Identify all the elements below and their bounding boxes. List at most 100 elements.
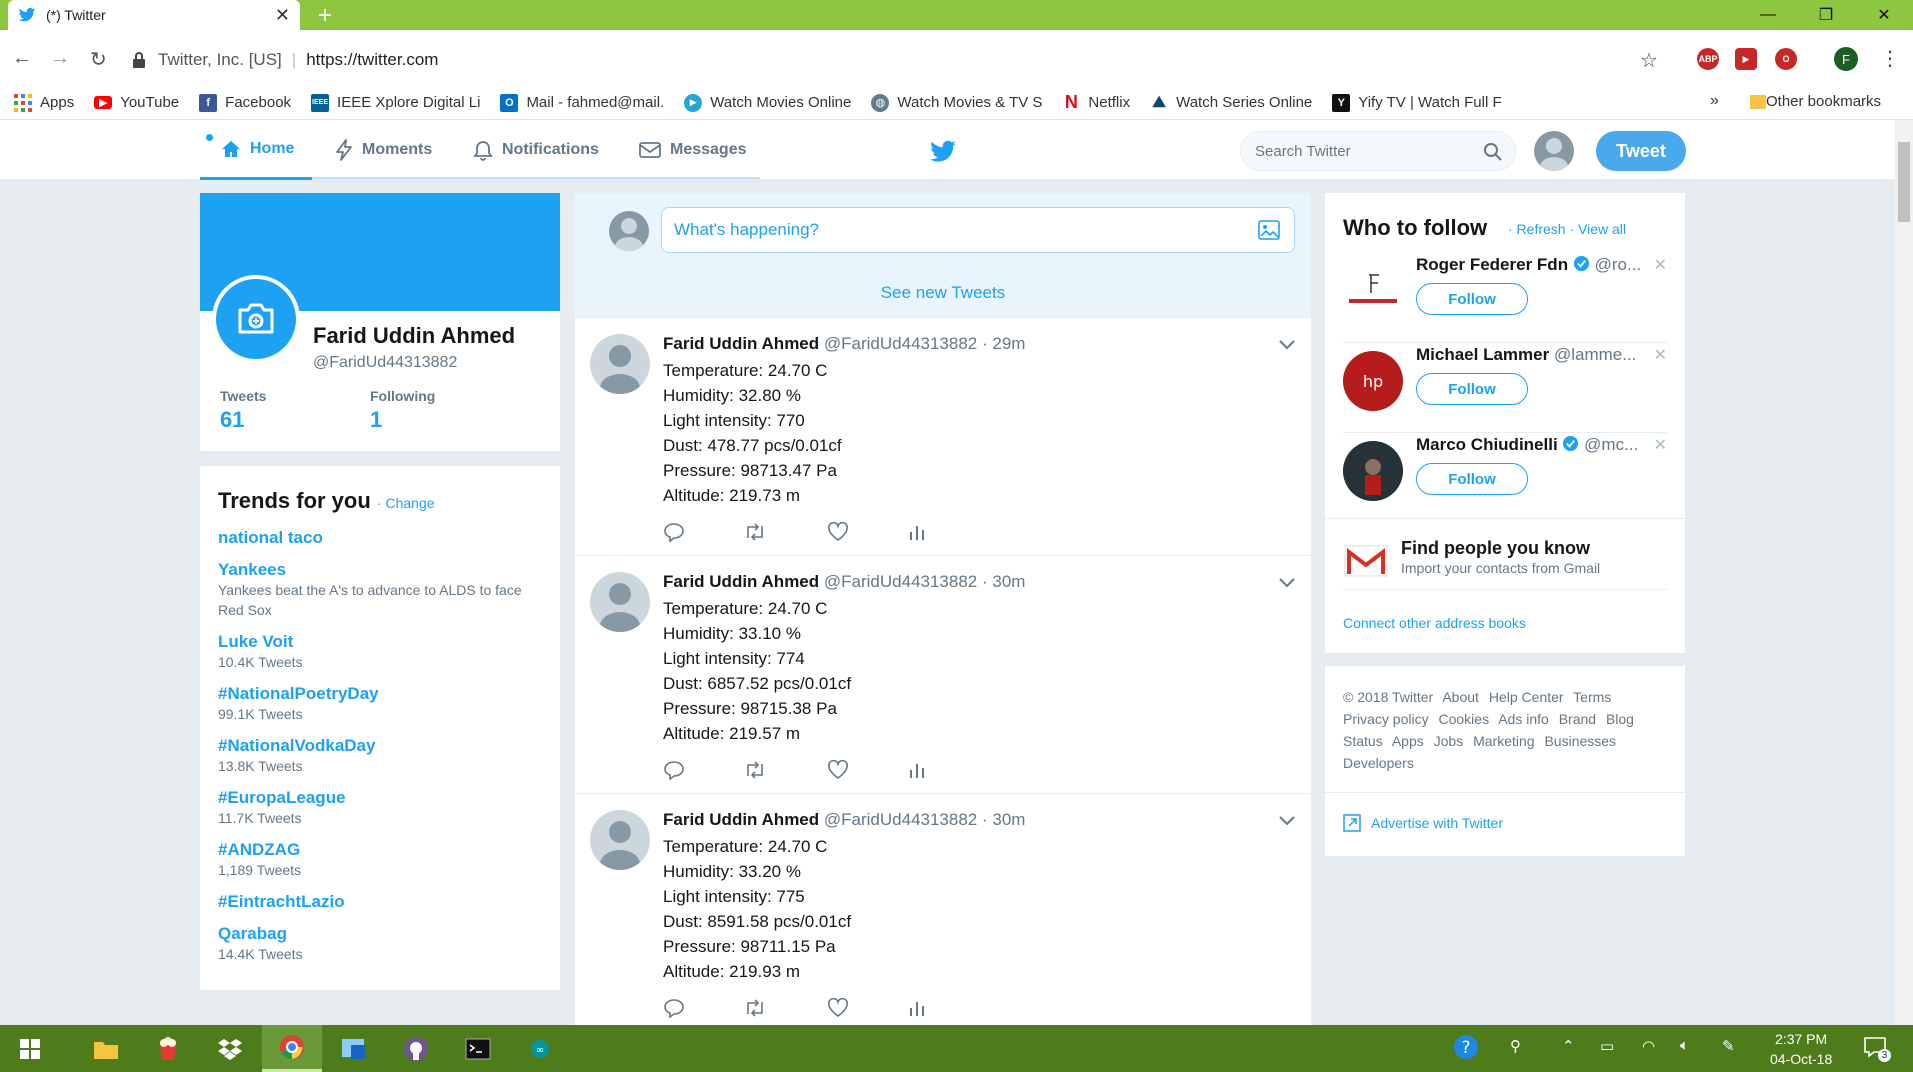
adblock-icon[interactable]: ABP <box>1697 48 1719 70</box>
tweets-count[interactable]: 61 <box>220 407 244 433</box>
suggestion-name[interactable]: Marco Chiudinelli @mc... <box>1416 435 1638 455</box>
analytics-icon[interactable] <box>909 998 925 1018</box>
tweet[interactable]: Farid Uddin Ahmed @FaridUd44313882 · 29m… <box>575 318 1311 556</box>
analytics-icon[interactable] <box>909 522 925 542</box>
search-icon[interactable] <box>1483 142 1503 162</box>
tweet-author-handle[interactable]: @FaridUd44313882 <box>824 334 977 353</box>
bookmark-star-icon[interactable]: ☆ <box>1640 48 1658 73</box>
footer-link[interactable]: Marketing <box>1473 733 1534 749</box>
user-avatar[interactable] <box>1534 131 1574 171</box>
composer-avatar[interactable] <box>609 211 649 251</box>
footer-link[interactable]: Businesses <box>1544 733 1616 749</box>
action-center-icon[interactable]: 3 <box>1862 1033 1891 1065</box>
trend-item[interactable]: #EintrachtLazio <box>218 892 542 912</box>
people-icon[interactable]: ⚲ <box>1510 1037 1521 1055</box>
volume-icon[interactable]: 🔈︎ <box>1680 1037 1689 1054</box>
retweet-icon[interactable] <box>743 998 767 1018</box>
bookmark-watch-movies[interactable]: ▶ Watch Movies Online <box>684 93 851 112</box>
footer-link[interactable]: Apps <box>1392 733 1424 749</box>
footer-link[interactable]: Blog <box>1606 711 1634 727</box>
trend-item[interactable]: Qarabag 14.4K Tweets <box>218 924 542 964</box>
wifi-icon[interactable]: ◠ <box>1642 1037 1655 1055</box>
follow-button[interactable]: Follow <box>1416 283 1528 315</box>
profile-handle[interactable]: @FaridUd44313882 <box>313 354 457 372</box>
tab-notifications[interactable]: Notifications <box>472 120 599 180</box>
tweet-avatar[interactable] <box>590 334 650 394</box>
footer-link[interactable]: Ads info <box>1498 711 1549 727</box>
reply-icon[interactable] <box>663 760 685 780</box>
tweet-author-name[interactable]: Farid Uddin Ahmed <box>663 810 819 829</box>
find-people-section[interactable]: Find people you know Import your contact… <box>1343 538 1667 590</box>
tweet-author-handle[interactable]: @FaridUd44313882 <box>824 810 977 829</box>
twitter-logo-icon[interactable] <box>929 140 957 164</box>
pen-icon[interactable]: ✎ <box>1722 1037 1735 1055</box>
like-heart-icon[interactable] <box>827 998 849 1018</box>
tweet-button[interactable]: Tweet <box>1596 131 1686 171</box>
reply-icon[interactable] <box>663 522 685 542</box>
extension-icon[interactable]: ▶ <box>1735 48 1757 70</box>
dropbox-icon[interactable] <box>200 1025 260 1072</box>
dismiss-icon[interactable]: ✕ <box>1654 435 1667 455</box>
close-window-icon[interactable]: ✕ <box>1861 0 1907 30</box>
follow-button[interactable]: Follow <box>1416 463 1528 495</box>
retweet-icon[interactable] <box>743 522 767 542</box>
chevron-down-icon[interactable] <box>1279 816 1295 826</box>
footer-link[interactable]: Privacy policy <box>1343 711 1429 727</box>
bookmark-netflix[interactable]: N Netflix <box>1062 92 1130 112</box>
dismiss-icon[interactable]: ✕ <box>1654 255 1667 275</box>
footer-link[interactable]: Jobs <box>1434 733 1464 749</box>
github-icon[interactable] <box>386 1025 446 1072</box>
file-explorer-icon[interactable] <box>76 1025 136 1072</box>
browser-tab[interactable]: (*) Twitter ✕ <box>8 0 300 30</box>
footer-link[interactable]: Developers <box>1343 755 1414 771</box>
follow-button[interactable]: Follow <box>1416 373 1528 405</box>
tweet-author-name[interactable]: Farid Uddin Ahmed <box>663 334 819 353</box>
trend-item[interactable]: #NationalVodkaDay 13.8K Tweets <box>218 736 542 776</box>
profile-avatar[interactable]: F <box>1834 47 1858 71</box>
tweet[interactable]: Farid Uddin Ahmed @FaridUd44313882 · 30m… <box>575 556 1311 794</box>
tweet-timestamp[interactable]: · 30m <box>982 810 1025 829</box>
tweet-timestamp[interactable]: · 29m <box>982 334 1025 353</box>
suggestion-avatar[interactable] <box>1343 261 1403 321</box>
tab-messages[interactable]: Messages <box>638 120 747 180</box>
bookmark-youtube[interactable]: ▶ YouTube <box>94 94 179 111</box>
like-heart-icon[interactable] <box>827 522 849 542</box>
suggestion-name[interactable]: Michael Lammer @lamme... <box>1416 345 1636 365</box>
trend-item[interactable]: national taco <box>218 528 542 548</box>
tweet-timestamp[interactable]: · 30m <box>982 572 1025 591</box>
address-bar[interactable]: Twitter, Inc. [US] | https://twitter.com <box>132 42 1662 78</box>
view-all-link[interactable]: · View all <box>1569 221 1626 237</box>
trend-item[interactable]: Yankees Yankees beat the A's to advance t… <box>218 560 542 620</box>
trend-item[interactable]: #ANDZAG 1,189 Tweets <box>218 840 542 880</box>
see-new-tweets-bar[interactable]: See new Tweets <box>575 283 1311 303</box>
retweet-icon[interactable] <box>743 760 767 780</box>
app-window-icon[interactable] <box>324 1025 384 1072</box>
footer-link[interactable]: Help Center <box>1489 689 1564 705</box>
back-icon[interactable]: ← <box>12 47 32 70</box>
refresh-link[interactable]: · Refresh <box>1508 221 1566 237</box>
arduino-icon[interactable]: ∞ <box>510 1025 570 1072</box>
following-count[interactable]: 1 <box>370 407 382 433</box>
trend-item[interactable]: Luke Voit 10.4K Tweets <box>218 632 542 672</box>
bookmarks-overflow-icon[interactable]: » <box>1710 92 1719 110</box>
tab-home[interactable]: Home <box>200 120 312 180</box>
tweets-label[interactable]: Tweets <box>220 388 266 404</box>
chevron-down-icon[interactable] <box>1279 578 1295 588</box>
footer-link[interactable]: Terms <box>1573 689 1611 705</box>
scrollbar-thumb[interactable] <box>1898 142 1910 222</box>
terminal-icon[interactable] <box>448 1025 508 1072</box>
dismiss-icon[interactable]: ✕ <box>1654 345 1667 365</box>
minimize-icon[interactable]: — <box>1745 0 1791 30</box>
suggestion-avatar[interactable] <box>1343 441 1403 501</box>
reload-icon[interactable]: ↻ <box>90 47 107 72</box>
trend-item[interactable]: #EuropaLeague 11.7K Tweets <box>218 788 542 828</box>
tab-close-icon[interactable]: ✕ <box>275 5 290 26</box>
footer-link[interactable]: About <box>1442 689 1479 705</box>
profile-avatar[interactable] <box>212 275 300 363</box>
tray-chevron-up-icon[interactable]: ⌃ <box>1562 1037 1575 1055</box>
restore-icon[interactable]: ❐ <box>1803 0 1849 30</box>
popcorn-app-icon[interactable] <box>138 1025 198 1072</box>
opera-extension-icon[interactable]: O <box>1775 48 1797 70</box>
browser-menu-icon[interactable]: ⋮ <box>1880 46 1900 71</box>
windows-start-icon[interactable] <box>0 1025 60 1072</box>
